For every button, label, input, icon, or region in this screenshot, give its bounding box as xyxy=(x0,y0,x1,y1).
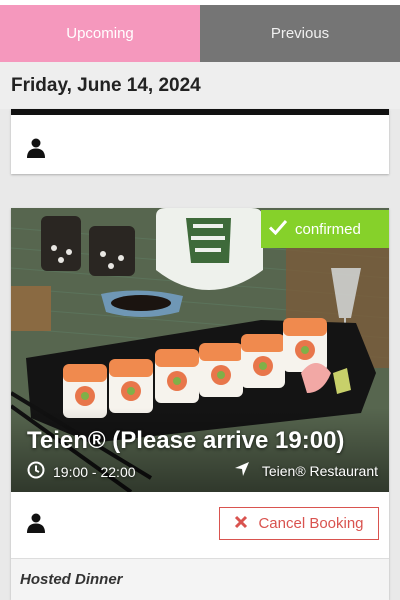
event-location: Teien® Restaurant xyxy=(234,461,378,480)
clock-icon xyxy=(27,461,45,482)
user-icon xyxy=(27,138,45,163)
tab-previous[interactable]: Previous xyxy=(200,0,400,62)
booking-actions: Cancel Booking xyxy=(11,492,389,552)
status-label: confirmed xyxy=(295,220,361,238)
event-time: 19:00 - 22:00 xyxy=(27,461,136,482)
booking-tabs: Upcoming Previous xyxy=(0,0,400,62)
tab-upcoming[interactable]: Upcoming xyxy=(0,0,200,62)
status-badge: confirmed xyxy=(261,210,389,248)
location-arrow-icon xyxy=(234,461,250,480)
booking-card[interactable]: confirmed Teien® (Please arrive 19:00) 1… xyxy=(11,208,389,600)
event-location-text: Teien® Restaurant xyxy=(261,462,378,479)
check-icon xyxy=(268,219,288,239)
close-icon xyxy=(234,515,248,533)
date-header: Friday, June 14, 2024 xyxy=(0,62,400,109)
event-time-text: 19:00 - 22:00 xyxy=(53,463,136,480)
event-title: Teien® (Please arrive 19:00) xyxy=(27,427,345,454)
user-icon xyxy=(27,513,45,538)
cancel-booking-button[interactable]: Cancel Booking xyxy=(219,507,379,540)
cancel-booking-label: Cancel Booking xyxy=(258,515,364,532)
booking-card[interactable] xyxy=(11,109,389,174)
section-label: Hosted Dinner xyxy=(11,558,389,600)
